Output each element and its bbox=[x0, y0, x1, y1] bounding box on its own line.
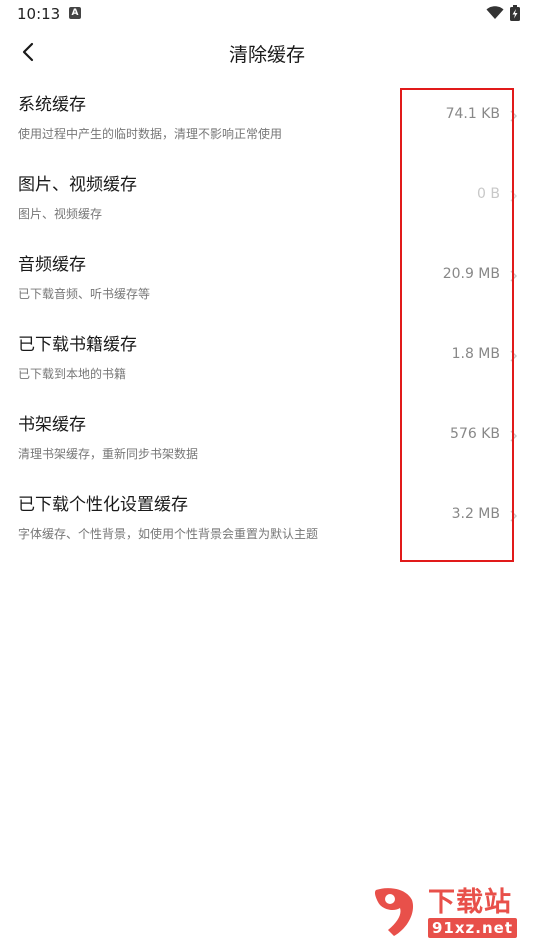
chevron-right-icon bbox=[510, 350, 518, 362]
chevron-right-icon bbox=[510, 270, 518, 282]
watermark-logo bbox=[374, 888, 414, 936]
cache-item-personalization[interactable]: 已下载个性化设置缓存 字体缓存、个性背景，如使用个性背景会重置为默认主题 3.2… bbox=[0, 480, 534, 560]
status-bar: 10:13 A bbox=[0, 0, 534, 28]
wifi-icon bbox=[486, 6, 504, 19]
cache-item-downloaded-books[interactable]: 已下载书籍缓存 已下载到本地的书籍 1.8 MB bbox=[0, 320, 534, 400]
header: 清除缓存 bbox=[0, 30, 534, 74]
item-size: 3.2 MB bbox=[451, 506, 500, 522]
item-desc: 清理书架缓存，重新同步书架数据 bbox=[18, 447, 199, 461]
page-title: 清除缓存 bbox=[228, 44, 305, 66]
chevron-right-icon bbox=[510, 110, 518, 122]
item-size: 20.9 MB bbox=[442, 266, 500, 282]
cache-item-audio[interactable]: 音频缓存 已下载音频、听书缓存等 20.9 MB bbox=[0, 240, 534, 320]
cache-item-bookshelf[interactable]: 书架缓存 清理书架缓存，重新同步书架数据 576 KB bbox=[0, 400, 534, 480]
battery-charging-icon bbox=[510, 5, 520, 21]
item-desc: 已下载音频、听书缓存等 bbox=[18, 287, 151, 301]
item-size: 576 KB bbox=[450, 426, 500, 442]
status-time: 10:13 bbox=[17, 5, 61, 23]
chevron-right-icon bbox=[510, 430, 518, 442]
item-title: 图片、视频缓存 bbox=[18, 175, 137, 195]
item-size: 1.8 MB bbox=[451, 346, 500, 362]
item-title: 系统缓存 bbox=[18, 95, 86, 115]
chevron-right-icon bbox=[510, 190, 518, 202]
item-desc: 使用过程中产生的临时数据，清理不影响正常使用 bbox=[18, 127, 283, 141]
chevron-right-icon bbox=[510, 510, 518, 522]
cache-item-system[interactable]: 系统缓存 使用过程中产生的临时数据，清理不影响正常使用 74.1 KB bbox=[0, 80, 534, 160]
cache-list: 系统缓存 使用过程中产生的临时数据，清理不影响正常使用 74.1 KB 图片、视… bbox=[0, 80, 534, 560]
cache-item-images-videos[interactable]: 图片、视频缓存 图片、视频缓存 0 B bbox=[0, 160, 534, 240]
watermark-cn: 下载站 bbox=[428, 887, 512, 918]
notification-a-icon: A bbox=[69, 7, 81, 19]
item-title: 已下载个性化设置缓存 bbox=[18, 495, 188, 515]
item-title: 音频缓存 bbox=[18, 255, 86, 275]
item-desc: 已下载到本地的书籍 bbox=[18, 367, 127, 381]
item-title: 已下载书籍缓存 bbox=[18, 335, 137, 355]
watermark-en: 91xz.net bbox=[428, 918, 518, 938]
watermark: 下载站 91xz.net bbox=[368, 880, 528, 944]
item-desc: 图片、视频缓存 bbox=[18, 207, 103, 221]
status-icons bbox=[486, 5, 520, 21]
item-size: 74.1 KB bbox=[445, 106, 500, 122]
item-title: 书架缓存 bbox=[18, 415, 86, 435]
item-size: 0 B bbox=[477, 186, 500, 202]
item-desc: 字体缓存、个性背景，如使用个性背景会重置为默认主题 bbox=[18, 527, 319, 541]
